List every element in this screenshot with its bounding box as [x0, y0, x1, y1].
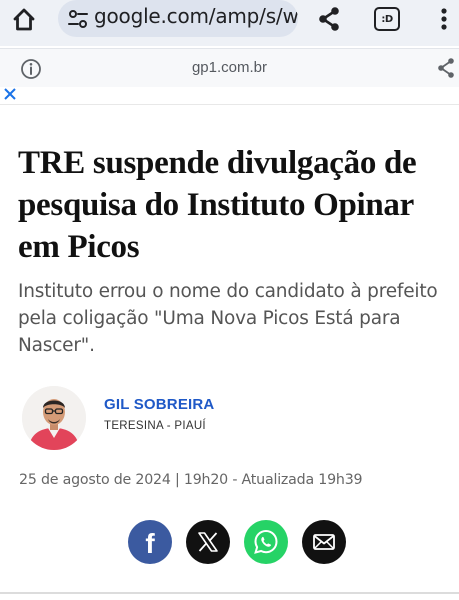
- x-icon: [198, 532, 218, 552]
- author-location: TERESINA - PIAUÍ: [104, 420, 206, 432]
- whatsapp-share-button[interactable]: [244, 520, 288, 564]
- email-share-button[interactable]: [302, 520, 346, 564]
- publish-date: 25 de agosto de 2024: [19, 472, 171, 488]
- section-divider: [0, 592, 459, 594]
- x-share-button[interactable]: [186, 520, 230, 564]
- tab-switcher-label: :D: [381, 13, 393, 25]
- divider: [0, 104, 459, 105]
- publish-time: 19h20 - Atualizada 19h39: [183, 472, 363, 488]
- close-icon[interactable]: [2, 86, 18, 102]
- whatsapp-icon: [254, 529, 278, 554]
- tab-switcher-icon: :D: [374, 7, 400, 31]
- date-separator: |: [175, 472, 180, 488]
- tune-icon[interactable]: [67, 8, 89, 30]
- author-avatar[interactable]: [22, 386, 86, 450]
- share-icon[interactable]: [436, 57, 456, 79]
- browser-toolbar: google.com/amp/s/ww :D: [0, 0, 459, 46]
- author-photo: [22, 386, 86, 450]
- mail-icon: [313, 534, 335, 550]
- home-icon: [13, 8, 35, 31]
- social-share-bar: f: [128, 520, 346, 564]
- article-subtitle: Instituto errou o nome do candidato à pr…: [18, 281, 438, 356]
- author-name[interactable]: GIL SOBREIRA: [104, 396, 214, 413]
- share-icon: [319, 7, 339, 31]
- home-button[interactable]: [6, 2, 42, 38]
- amp-header-bar: gp1.com.br: [0, 48, 459, 87]
- browser-menu-button[interactable]: [432, 4, 456, 34]
- browser-share-button[interactable]: [312, 2, 346, 36]
- amp-domain[interactable]: gp1.com.br: [0, 59, 459, 76]
- facebook-share-button[interactable]: f: [128, 520, 172, 564]
- address-bar[interactable]: google.com/amp/s/ww: [58, 0, 298, 37]
- publish-date-line: 25 de agosto de 2024 | 19h20 - Atualizad…: [19, 472, 363, 488]
- facebook-icon: f: [145, 528, 155, 559]
- url-text[interactable]: google.com/amp/s/ww: [94, 4, 298, 28]
- more-vert-icon: [441, 8, 447, 30]
- tab-switcher-button[interactable]: :D: [370, 4, 404, 34]
- article-headline: TRE suspende divulgação de pesquisa do I…: [18, 145, 417, 265]
- close-bar: [0, 86, 459, 104]
